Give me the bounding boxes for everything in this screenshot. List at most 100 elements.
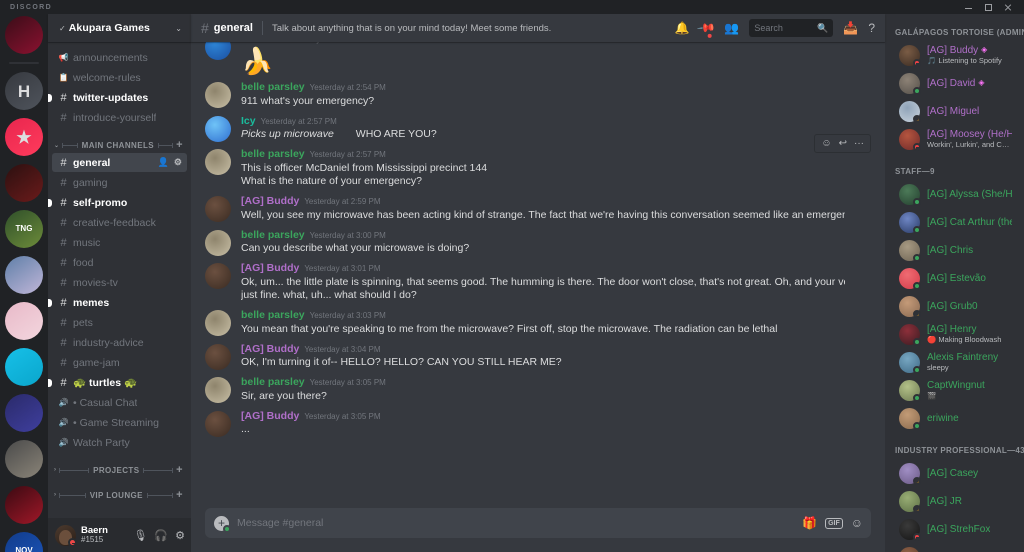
message-author[interactable]: riv otter [241, 42, 280, 46]
member-list-item[interactable]: eriwine [889, 404, 1020, 432]
category-header-vip-lounge[interactable]: › VIP LOUNGE + [48, 478, 191, 503]
channel-item--game-streaming[interactable]: 🔊 • Game Streaming [52, 413, 187, 432]
member-list-item[interactable]: [AG] Estevão [889, 264, 1020, 292]
channel-item-self-promo[interactable]: # self-promo [48, 193, 187, 212]
member-list-icon[interactable]: 👥 [724, 22, 739, 34]
avatar[interactable] [205, 410, 231, 437]
server-rail[interactable]: H★TNGNOV+🧭 [0, 14, 48, 552]
server-icon-akupara-games[interactable] [5, 16, 43, 54]
server-icon-skull-server[interactable] [5, 164, 43, 202]
create-channel-icon[interactable]: + [176, 490, 183, 501]
channel-item-game-jam[interactable]: # game-jam [52, 353, 187, 372]
message[interactable]: belle parsley Yesterday at 2:54 PM 911 wha… [191, 76, 885, 109]
server-header-dropdown[interactable]: ✓ Akupara Games ⌄ [48, 14, 191, 42]
minimize-window-button[interactable] [964, 3, 973, 12]
member-list-item[interactable]: [AG] Miguel [889, 97, 1020, 125]
message-input[interactable]: + Message #general 🎁 GIF ☺ [205, 508, 871, 538]
channel-item-general[interactable]: # general 👤 ⚙ [52, 153, 187, 172]
message[interactable]: [AG] Buddy Yesterday at 3:05 PM... [191, 405, 885, 438]
message-author[interactable]: belle parsley [241, 229, 305, 242]
attach-file-icon[interactable]: + [214, 515, 231, 533]
member-list-item[interactable]: [AG] Buddy ◈ 🎵 Listening to Spotify [889, 41, 1020, 69]
avatar[interactable] [55, 524, 77, 547]
server-icon-photo-server[interactable] [5, 440, 43, 478]
server-icon-h-server[interactable]: H [5, 72, 43, 110]
channel-item-movies-tv[interactable]: # movies-tv [52, 273, 187, 292]
user-settings-icon[interactable]: ⚙ [175, 529, 185, 542]
channel-item-creative-feedback[interactable]: # creative-feedback [52, 213, 187, 232]
maximize-window-button[interactable] [984, 3, 993, 12]
channel-item-food[interactable]: # food [52, 253, 187, 272]
server-icon-star-server[interactable]: ★ [5, 118, 43, 156]
help-icon[interactable]: ? [868, 22, 875, 34]
message[interactable]: riv otter Yesterday at 2:54 PM 🍌 [191, 42, 885, 76]
search-input[interactable]: Search 🔍 [749, 19, 834, 37]
message[interactable]: [AG] Buddy Yesterday at 2:59 PM Well, you … [191, 190, 885, 223]
member-list-item[interactable]: [AG] Casey [889, 459, 1020, 487]
message-author[interactable]: belle parsley [241, 377, 305, 389]
gift-icon[interactable]: 🎁 [802, 516, 817, 530]
avatar[interactable] [205, 310, 231, 337]
member-list-item[interactable]: Alexis Faintreny sleepy [889, 348, 1020, 376]
microphone-icon[interactable]: 🎙 [133, 529, 147, 542]
channel-item-music[interactable]: # music [52, 233, 187, 252]
channel-item--casual-chat[interactable]: 🔊 • Casual Chat [52, 393, 187, 412]
channel-item-industry-advice[interactable]: # industry-advice [52, 333, 187, 352]
channel-item-pets[interactable]: # pets [52, 313, 187, 332]
member-list-item[interactable]: [AG] Grub0 [889, 292, 1020, 320]
channel-item-watch-party[interactable]: 🔊 Watch Party [52, 433, 187, 452]
gif-picker-button[interactable]: GIF [825, 517, 843, 529]
message-author[interactable]: [AG] Buddy [241, 410, 299, 423]
channel-item-welcome-rules[interactable]: 📋 welcome-rules [52, 68, 187, 87]
message[interactable]: belle parsley Yesterday at 3:03 PM You mea… [191, 304, 885, 337]
message-author[interactable]: [AG] Buddy [241, 196, 299, 208]
message[interactable]: [AG] Buddy Yesterday at 3:01 PM Ok, um... … [191, 257, 885, 304]
message-author[interactable]: [AG] Buddy [241, 343, 299, 356]
message[interactable]: belle parsley Yesterday at 2:57 PM This is… [191, 133, 885, 190]
member-list-item[interactable]: [AG] David ◈ [889, 69, 1020, 97]
message-list[interactable]: riv otterYesterday at 2:54 PM🍌belle pars… [191, 42, 885, 508]
settings-icon[interactable]: ⚙ [174, 157, 182, 168]
avatar[interactable] [205, 377, 231, 404]
inbox-icon[interactable]: 📥 [843, 22, 858, 34]
reply-icon[interactable]: ↩ [839, 138, 847, 149]
channel-item-twitter-updates[interactable]: # twitter-updates [48, 88, 187, 107]
message-author[interactable]: belle parsley [241, 148, 305, 161]
channel-item-gaming[interactable]: # gaming [52, 173, 187, 192]
member-list-item[interactable]: [AG] JR [889, 487, 1020, 515]
headphones-icon[interactable]: 🎧 [154, 529, 168, 542]
member-list-item[interactable]: [AG] Chris [889, 236, 1020, 264]
message[interactable]: belle parsley Yesterday at 3:00 PM Can you… [191, 224, 885, 257]
emoji-picker-icon[interactable]: ☺ [851, 516, 863, 530]
avatar[interactable] [205, 148, 231, 175]
pinned-messages-icon[interactable]: 📌 [697, 18, 717, 39]
close-window-button[interactable] [1004, 3, 1013, 12]
channel-list[interactable]: 📢 announcements 📋 welcome-rules # twitter-upd… [48, 42, 191, 518]
member-list-item[interactable]: [EL] Kyle [889, 543, 1020, 552]
invite-icon[interactable]: 👤 [158, 157, 169, 168]
avatar[interactable] [205, 115, 231, 142]
member-list-item[interactable]: [AG] Henry 🔴 Making Bloodwash [889, 320, 1020, 348]
channel-item-announcements[interactable]: 📢 announcements [52, 48, 187, 67]
avatar[interactable] [205, 196, 231, 223]
server-icon-tng-server[interactable]: TNG [5, 210, 43, 248]
add-reaction-icon[interactable]: ☺ [821, 138, 831, 149]
avatar[interactable] [205, 42, 231, 60]
message-author[interactable]: belle parsley [241, 82, 305, 94]
server-icon-blue-crest-server[interactable] [5, 394, 43, 432]
member-list-item[interactable]: CaptWingnut 🎬 [889, 376, 1020, 404]
create-channel-icon[interactable]: + [176, 140, 183, 151]
server-icon-cyan-server[interactable] [5, 348, 43, 386]
category-header-projects[interactable]: › PROJECTS + [48, 453, 191, 478]
member-list-item[interactable]: [AG] Moosey (He/Hi...Workin', Lurkin', a… [889, 125, 1020, 153]
channel-item-introduce-yourself[interactable]: # introduce-yourself [52, 108, 187, 127]
avatar[interactable] [205, 229, 231, 256]
channel-item--turtles-[interactable]: # 🐢 turtles 🐢 [48, 373, 187, 392]
member-list-item[interactable]: [AG] Cat Arthur (they... [889, 208, 1020, 236]
member-list-item[interactable]: [AG] Alyssa (She/Her) [889, 180, 1020, 208]
avatar[interactable] [205, 263, 231, 290]
message[interactable]: [AG] Buddy Yesterday at 3:04 PM OK, I'm tu… [191, 338, 885, 371]
server-icon-pink-server[interactable] [5, 302, 43, 340]
message-author[interactable]: belle parsley [241, 310, 305, 322]
member-list-item[interactable]: [AG] StrehFox [889, 515, 1020, 543]
